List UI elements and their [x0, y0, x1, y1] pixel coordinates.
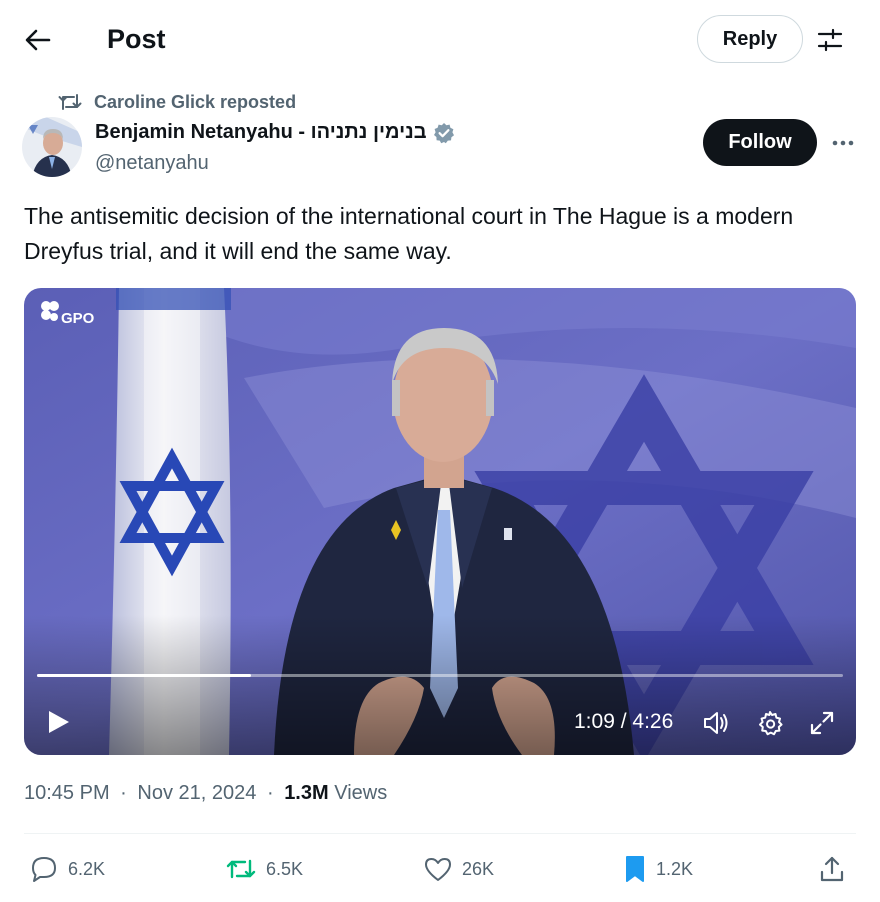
post-time[interactable]: 10:45 PM — [24, 782, 110, 804]
video-progress-fill — [37, 674, 251, 677]
sliders-icon — [817, 28, 843, 52]
action-bar: 6.2K 6.5K 26K 1.2K — [0, 848, 880, 890]
bookmark-icon — [626, 856, 644, 882]
more-dots-icon — [832, 140, 854, 146]
play-icon — [49, 711, 69, 733]
video-settings-button[interactable] — [755, 709, 785, 737]
author-name[interactable]: Benjamin Netanyahu - בנימין נתניהו — [95, 121, 455, 144]
like-count: 26K — [462, 858, 495, 879]
repost-label: Caroline Glick reposted — [94, 91, 297, 112]
gpo-watermark-text: GPO — [61, 310, 95, 327]
video-controls: 1:09 / 4:26 — [24, 698, 856, 746]
repost-icon — [58, 94, 82, 110]
gear-icon — [759, 711, 783, 736]
more-options-button[interactable] — [826, 126, 860, 160]
repost-action[interactable]: 6.5K — [226, 848, 303, 890]
reply-action[interactable]: 6.2K — [30, 848, 105, 890]
views-label: Views — [334, 782, 388, 804]
post-date[interactable]: Nov 21, 2024 — [137, 782, 256, 804]
like-action[interactable]: 26K — [424, 848, 494, 890]
video-current-time: 1:09 — [574, 710, 615, 733]
share-action[interactable] — [818, 848, 846, 890]
post-meta: 10:45 PM · Nov 21, 2024 · 1.3M Views — [24, 782, 387, 805]
avatar[interactable] — [22, 117, 82, 177]
volume-icon — [704, 712, 728, 734]
video-time-separator: / — [614, 710, 633, 733]
page-title: Post — [107, 24, 166, 54]
bookmark-count: 1.2K — [656, 858, 694, 879]
author-handle[interactable]: @netanyahu — [95, 152, 209, 175]
video-time-readout: 1:09 / 4:26 — [574, 710, 673, 734]
reply-icon — [32, 857, 56, 882]
play-button[interactable] — [44, 708, 72, 736]
video-frame — [24, 288, 856, 755]
share-icon — [820, 856, 844, 882]
meta-separator: · — [266, 782, 274, 804]
fullscreen-icon — [810, 711, 834, 735]
follow-button[interactable]: Follow — [703, 119, 817, 166]
reply-button[interactable]: Reply — [697, 15, 803, 63]
volume-button[interactable] — [701, 709, 731, 737]
avatar-image — [22, 117, 82, 177]
post-header: Post Reply — [0, 0, 880, 80]
verified-badge-icon — [433, 122, 455, 144]
fullscreen-button[interactable] — [807, 709, 837, 737]
gpo-watermark: GPO — [40, 300, 94, 328]
repost-icon — [226, 859, 256, 879]
repost-context[interactable]: Caroline Glick reposted — [58, 89, 296, 115]
meta-separator: · — [120, 782, 127, 804]
heart-icon — [425, 858, 451, 881]
author-name-text: Benjamin Netanyahu - בנימין נתניהו — [95, 121, 427, 143]
divider — [24, 833, 856, 834]
repost-count: 6.5K — [266, 858, 304, 879]
gpo-logo-icon — [41, 301, 59, 321]
video-player[interactable]: GPO 1:09 / 4:26 — [24, 288, 856, 755]
settings-button[interactable] — [812, 22, 848, 58]
views-count: 1.3M — [284, 782, 329, 804]
bookmark-action[interactable]: 1.2K — [624, 848, 693, 890]
video-progress-bar[interactable] — [37, 674, 843, 677]
post-text: The antisemitic decision of the internat… — [24, 203, 794, 264]
back-button[interactable] — [18, 22, 58, 58]
video-duration: 4:26 — [632, 710, 674, 733]
reply-count: 6.2K — [68, 858, 106, 879]
arrow-left-icon — [25, 29, 51, 51]
